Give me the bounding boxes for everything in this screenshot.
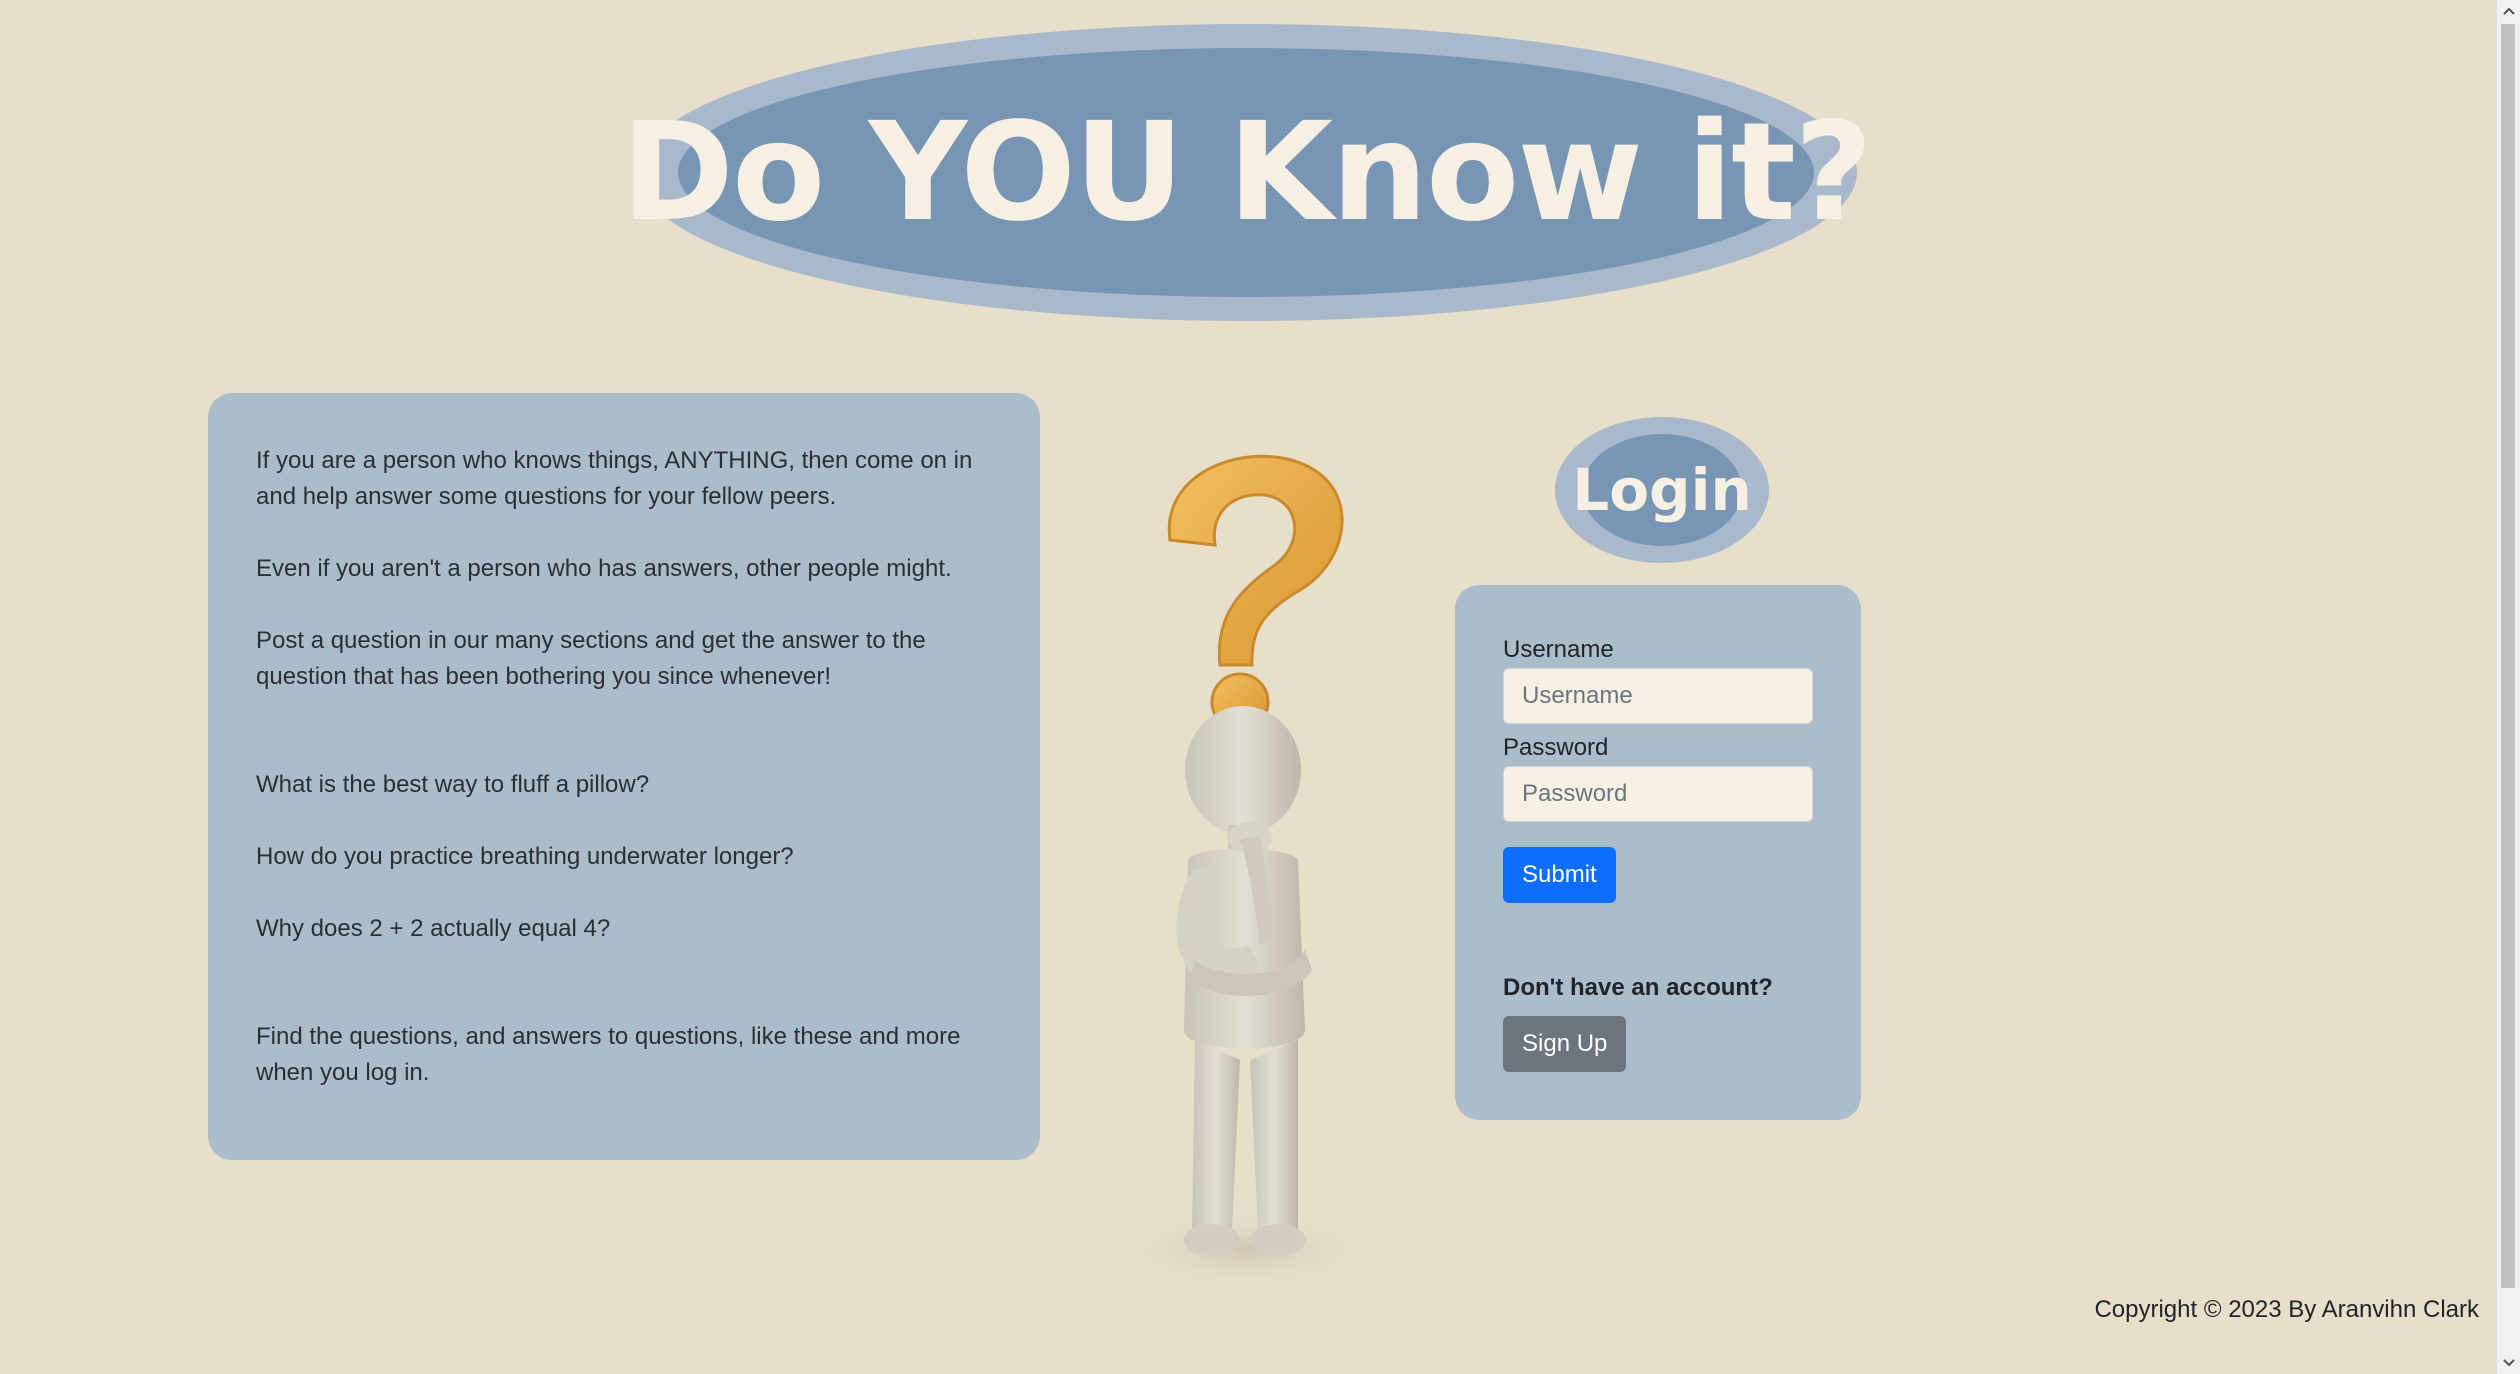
password-input[interactable]: [1503, 766, 1813, 822]
intro-paragraph: If you are a person who knows things, AN…: [256, 447, 973, 510]
login-panel: Username Password Submit Don't have an a…: [1455, 585, 1861, 1120]
page-title: Do YOU Know it?: [621, 93, 1873, 252]
example-question: How do you practice breathing underwater…: [256, 843, 794, 870]
page: Do YOU Know it? If you are a person who …: [0, 0, 2496, 1374]
signup-prompt: Don't have an account?: [1503, 974, 1773, 1001]
vertical-scrollbar[interactable]: [2496, 0, 2520, 1374]
thinking-person-question-mark-icon: [1115, 454, 1375, 1290]
login-badge-inner: Login: [1572, 434, 1752, 546]
copyright-text: Copyright © 2023 By Aranvihn Clark: [2094, 1296, 2479, 1323]
password-label: Password: [1503, 734, 1609, 761]
scrollbar-thumb[interactable]: [2501, 24, 2515, 1288]
submit-button[interactable]: Submit: [1503, 847, 1616, 903]
info-panel: If you are a person who knows things, AN…: [208, 393, 1040, 1160]
title-banner-inner: Do YOU Know it?: [621, 48, 1873, 297]
example-question: Why does 2 + 2 actually equal 4?: [256, 915, 611, 942]
username-label: Username: [1503, 636, 1614, 663]
title-banner: Do YOU Know it?: [621, 24, 1873, 321]
example-question: What is the best way to fluff a pillow?: [256, 771, 650, 798]
sign-up-button[interactable]: Sign Up: [1503, 1016, 1627, 1072]
scroll-down-arrow-icon[interactable]: [2497, 1352, 2520, 1374]
intro-paragraph: Post a question in our many sections and…: [256, 627, 926, 690]
login-badge: Login: [1555, 417, 1769, 563]
scroll-up-arrow-icon[interactable]: [2497, 0, 2520, 22]
closing-paragraph: Find the questions, and answers to quest…: [256, 1023, 961, 1086]
login-heading: Login: [1572, 456, 1752, 524]
username-input[interactable]: [1503, 668, 1813, 724]
intro-paragraph: Even if you aren't a person who has answ…: [256, 555, 952, 582]
